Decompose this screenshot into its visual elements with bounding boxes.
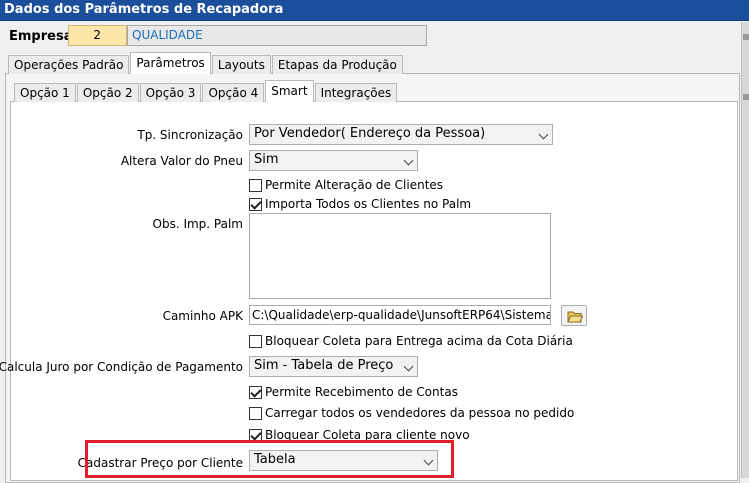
permite-recebimento-contas-checkbox[interactable]: Permite Recebimento de Contas bbox=[249, 385, 458, 399]
side-marker bbox=[743, 94, 749, 100]
window-title: Dados dos Parâmetros de Recapadora bbox=[0, 0, 749, 21]
checkbox-box-checked[interactable] bbox=[249, 385, 262, 399]
empresa-name-field: QUALIDADE bbox=[127, 25, 427, 46]
main-tabs: Operações Padrão Parâmetros Layouts Etap… bbox=[8, 52, 404, 74]
tab-opcao-4[interactable]: Opção 4 bbox=[202, 83, 265, 102]
side-marker bbox=[743, 34, 749, 40]
empresa-label: Empresa bbox=[9, 29, 73, 44]
bloquear-coleta-cota-checkbox[interactable]: Bloquear Coleta para Entrega acima da Co… bbox=[249, 334, 573, 348]
carregar-todos-vendedores-label: Carregar todos os vendedores da pessoa n… bbox=[265, 406, 575, 420]
tab-smart[interactable]: Smart bbox=[265, 80, 314, 102]
tab-parametros[interactable]: Parâmetros bbox=[130, 52, 211, 74]
tp-sincronizacao-select[interactable]: Por Vendedor( Endereço da Pessoa) bbox=[249, 124, 553, 145]
altera-valor-pneu-value: Sim bbox=[254, 152, 279, 167]
bloquear-coleta-cota-label: Bloquear Coleta para Entrega acima da Co… bbox=[265, 334, 573, 348]
importa-todos-clientes-label: Importa Todos os Clientes no Palm bbox=[265, 197, 472, 211]
side-scroll-strip bbox=[741, 22, 749, 478]
checkbox-box[interactable] bbox=[249, 334, 262, 348]
tp-sincronizacao-label: Tp. Sincronização bbox=[137, 128, 243, 142]
highlight-annotation-box bbox=[85, 440, 454, 478]
obs-imp-palm-label: Obs. Imp. Palm bbox=[152, 217, 244, 231]
caminho-apk-input[interactable]: C:\Qualidade\erp-qualidade\JunsoftERP64\… bbox=[249, 305, 551, 325]
obs-imp-palm-textarea[interactable] bbox=[249, 213, 551, 299]
permite-alteracao-clientes-label: Permite Alteração de Clientes bbox=[265, 178, 444, 192]
tab-layouts[interactable]: Layouts bbox=[211, 55, 271, 74]
chevron-down-icon bbox=[403, 155, 414, 166]
permite-recebimento-contas-label: Permite Recebimento de Contas bbox=[265, 385, 458, 399]
browse-folder-button[interactable] bbox=[561, 305, 587, 326]
tab-opcao-3[interactable]: Opção 3 bbox=[139, 83, 202, 102]
checkbox-box[interactable] bbox=[249, 178, 262, 192]
altera-valor-pneu-select[interactable]: Sim bbox=[249, 150, 418, 171]
caminho-apk-label: Caminho APK bbox=[162, 309, 243, 323]
permite-alteracao-clientes-checkbox[interactable]: Permite Alteração de Clientes bbox=[249, 178, 443, 192]
importa-todos-clientes-checkbox[interactable]: Importa Todos os Clientes no Palm bbox=[249, 197, 471, 211]
tab-integracoes[interactable]: Integrações bbox=[314, 83, 398, 102]
sub-tabs: Opção 1 Opção 2 Opção 3 Opção 4 Smart In… bbox=[14, 80, 398, 102]
tp-sincronizacao-value: Por Vendedor( Endereço da Pessoa) bbox=[254, 126, 486, 141]
calcula-juro-select[interactable]: Sim - Tabela de Preço bbox=[249, 356, 418, 377]
chevron-down-icon bbox=[403, 361, 414, 372]
tab-etapas-producao[interactable]: Etapas da Produção bbox=[271, 55, 403, 74]
tab-operacoes-padrao[interactable]: Operações Padrão bbox=[8, 55, 130, 74]
altera-valor-pneu-label: Altera Valor do Pneu bbox=[120, 154, 243, 168]
folder-open-icon bbox=[567, 311, 583, 323]
tab-opcao-2[interactable]: Opção 2 bbox=[76, 83, 139, 102]
tab-opcao-1[interactable]: Opção 1 bbox=[14, 83, 76, 102]
checkbox-box[interactable] bbox=[249, 406, 262, 420]
carregar-todos-vendedores-checkbox[interactable]: Carregar todos os vendedores da pessoa n… bbox=[249, 406, 574, 420]
chevron-down-icon bbox=[538, 129, 549, 140]
empresa-code-field[interactable]: 2 bbox=[68, 25, 127, 46]
empresa-row: Empresa 2 QUALIDADE bbox=[0, 22, 749, 52]
calcula-juro-value: Sim - Tabela de Preço bbox=[254, 358, 394, 373]
calcula-juro-label: Calcula Juro por Condição de Pagamento bbox=[0, 360, 243, 374]
checkbox-box-checked[interactable] bbox=[249, 197, 262, 211]
